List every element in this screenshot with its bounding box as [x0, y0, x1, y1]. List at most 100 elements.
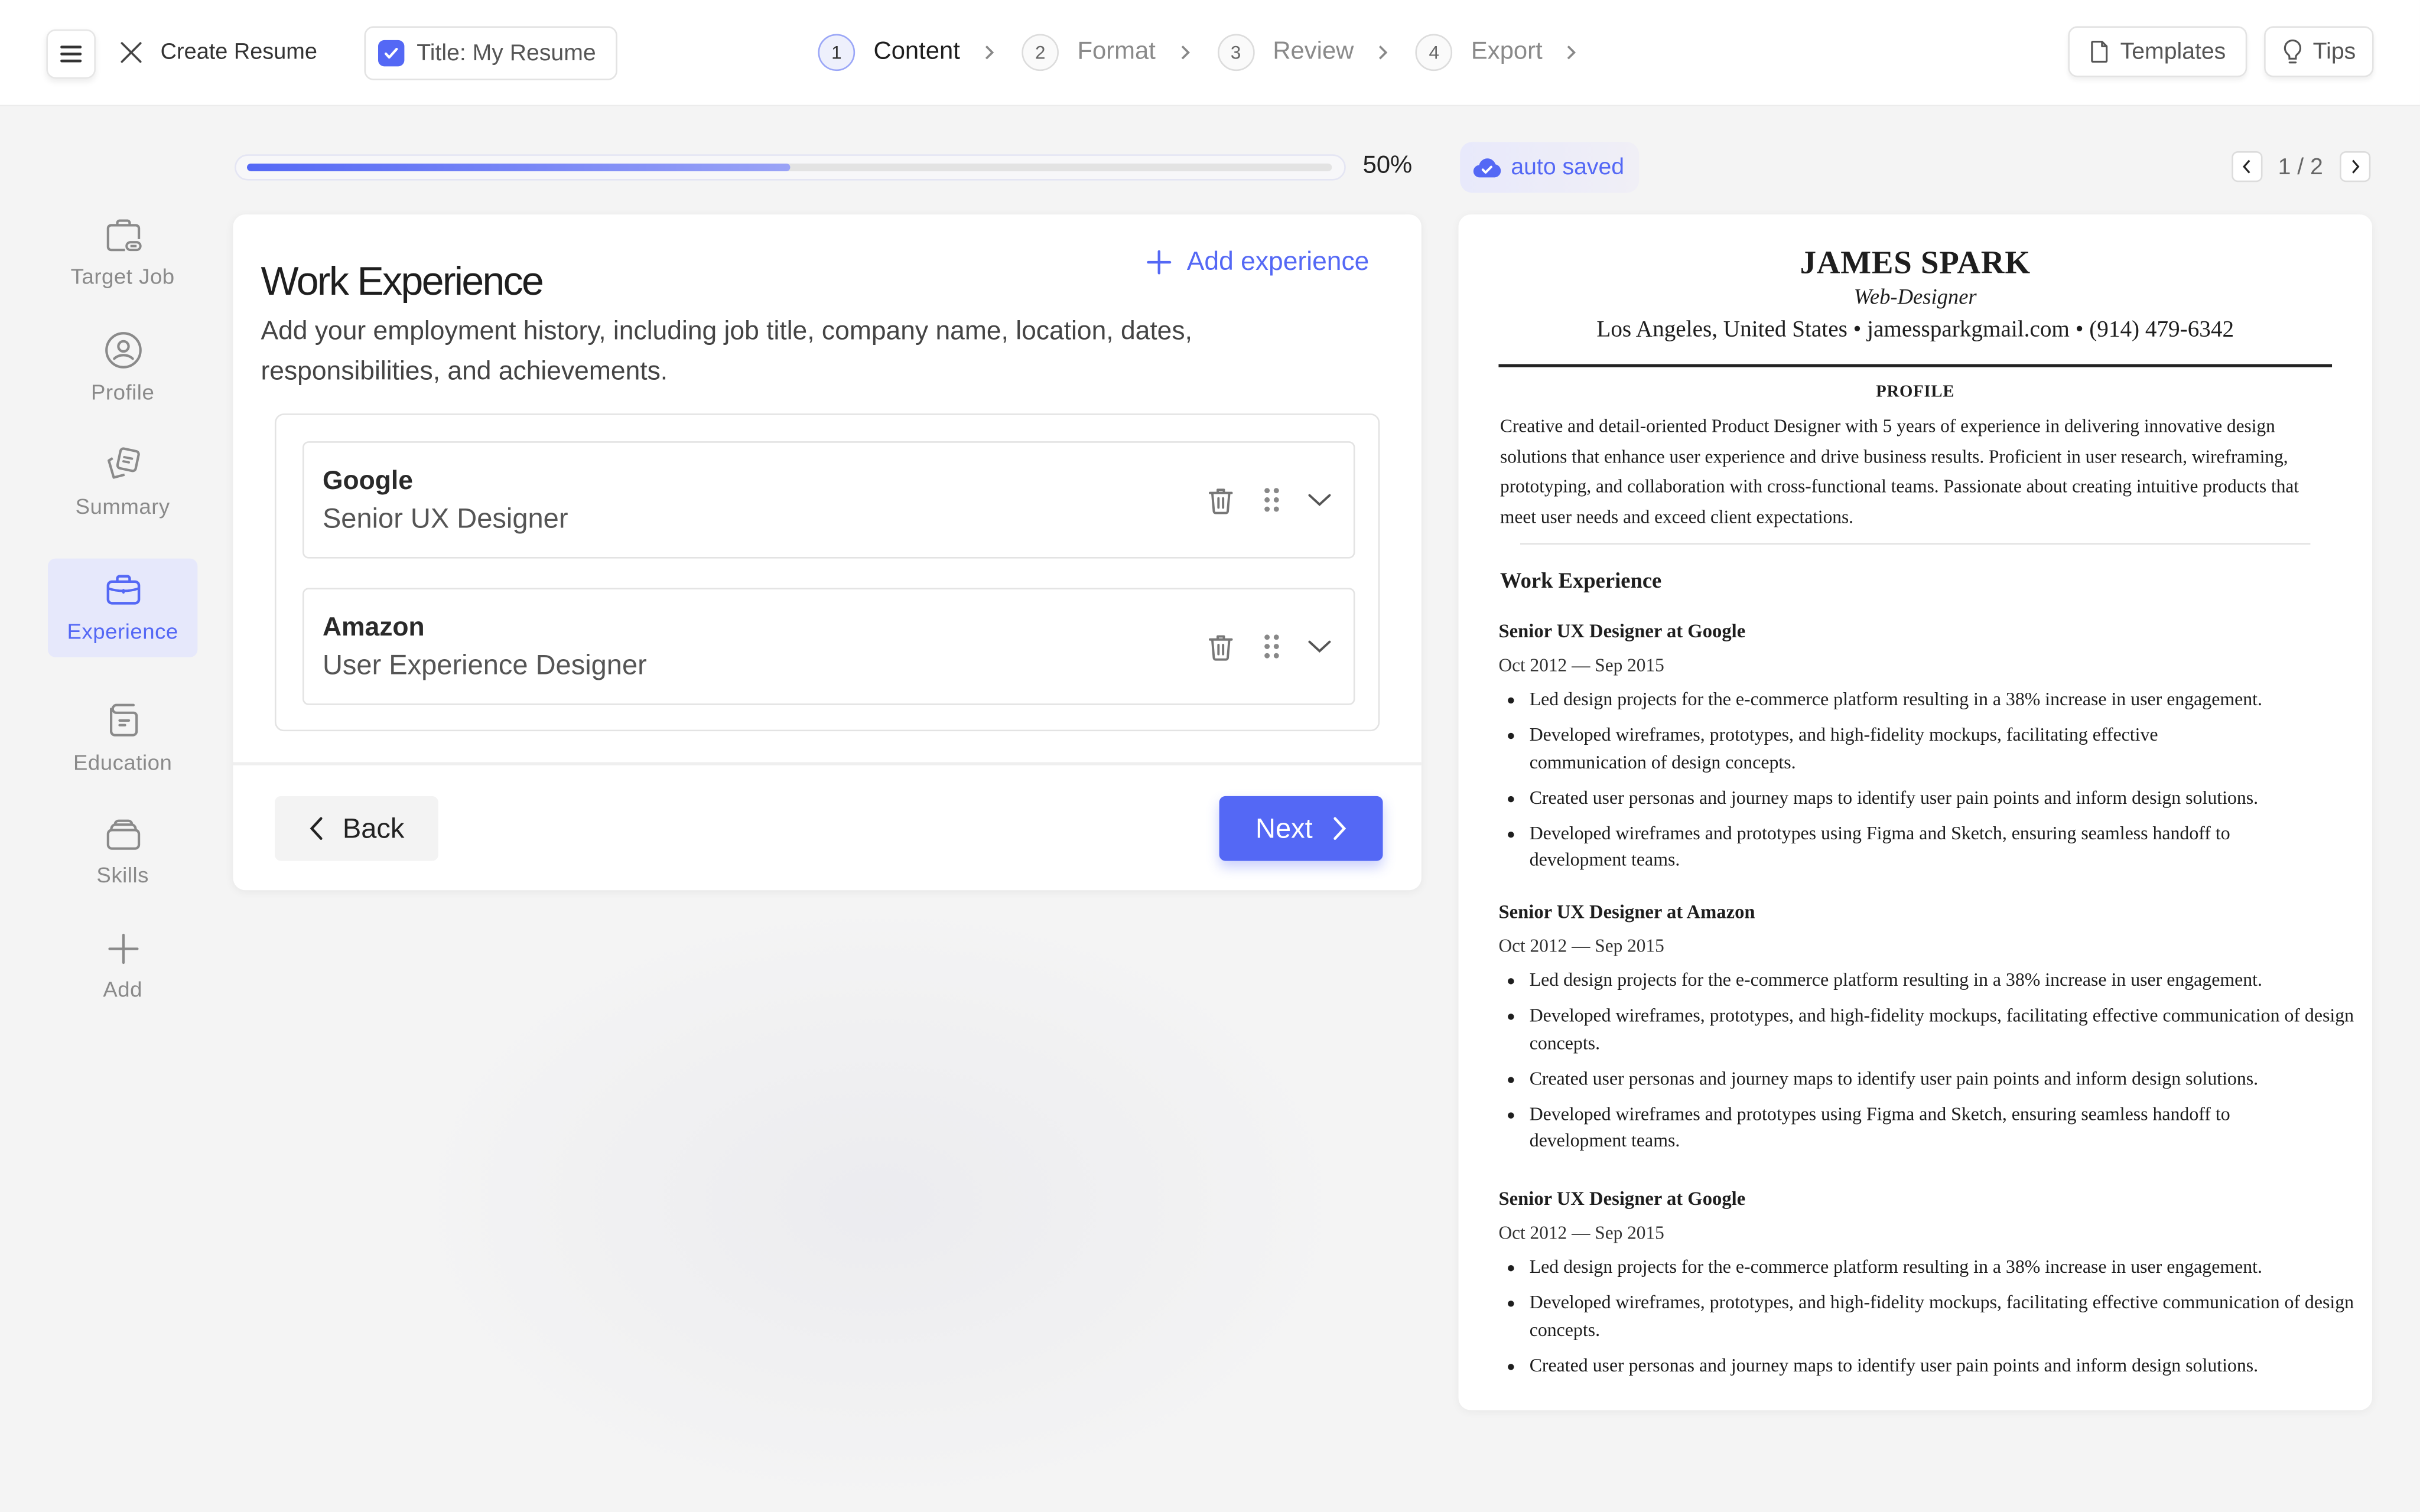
resume-job: Senior UX Designer at Amazon Oct 2012 — …	[1498, 901, 2363, 1164]
autosave-badge: auto saved	[1460, 142, 1640, 193]
delete-button[interactable]	[1204, 630, 1238, 663]
resume-profile-heading: PROFILE	[1876, 382, 1955, 402]
chevron-right-icon	[985, 45, 994, 60]
experience-role: Senior UX Designer	[322, 503, 568, 534]
resume-job-dates: Oct 2012 — Sep 2015	[1498, 654, 1664, 676]
briefcase-link-icon	[106, 219, 141, 252]
stack-icon	[106, 819, 139, 850]
resume-job-title: Senior UX Designer at Google	[1498, 1188, 1746, 1210]
document-icon	[2090, 40, 2107, 63]
work-experience-card: Work Experience Add experience Add your …	[233, 214, 1422, 893]
title-checkbox[interactable]	[378, 40, 405, 67]
prev-page-button[interactable]	[2232, 151, 2263, 183]
resume-role: Web-Designer	[1853, 286, 1977, 311]
resume-profile-text: Creative and detail-oriented Product Des…	[1500, 415, 2299, 527]
progress-bar	[235, 154, 1346, 181]
drag-handle[interactable]	[1255, 483, 1289, 517]
sidebar-item-label: Target Job	[70, 263, 175, 289]
hamburger-icon	[60, 45, 82, 63]
sidebar-item-label: Education	[73, 750, 173, 775]
cloud-check-icon	[1473, 158, 1501, 178]
drag-handle[interactable]	[1255, 630, 1289, 663]
resume-bullet: Developed wireframes, prototypes, and hi…	[1530, 1003, 2363, 1057]
resume-bullet: Developed wireframes and prototypes usin…	[1530, 820, 2363, 874]
resume-contact: Los Angeles, United States • jamessparkg…	[1596, 318, 2234, 343]
check-icon	[384, 47, 398, 59]
step-number: 4	[1415, 34, 1453, 71]
resume-job-title: Senior UX Designer at Amazon	[1498, 901, 1755, 923]
sidebar-item-education[interactable]: Education	[48, 688, 197, 787]
resume-bullet: Created user personas and journey maps t…	[1530, 1353, 2363, 1380]
sidebar-item-label: Skills	[96, 862, 149, 888]
tips-label: Tips	[2312, 38, 2356, 65]
back-button[interactable]: Back	[274, 796, 438, 861]
trash-icon	[1209, 634, 1233, 660]
step-label: Content	[873, 38, 960, 65]
resume-bullet: Created user personas and journey maps t…	[1530, 1065, 2363, 1093]
step-review[interactable]: 3 Review	[1217, 34, 1354, 71]
resume-job-bullets: Led design projects for the e-commerce p…	[1498, 686, 2363, 874]
book-icon	[109, 703, 137, 737]
resume-bullet: Developed wireframes and prototypes usin…	[1530, 1101, 2363, 1155]
resume-bullet: Developed wireframes, prototypes, and hi…	[1530, 722, 2363, 776]
expand-button[interactable]	[1303, 630, 1336, 663]
resume-job-bullets: Led design projects for the e-commerce p…	[1498, 1254, 2363, 1380]
top-bar: Create Resume Title: My Resume 1 Content…	[0, 0, 2420, 107]
sidebar-item-skills[interactable]: Skills	[48, 802, 197, 901]
templates-button[interactable]: Templates	[2068, 26, 2247, 77]
step-format[interactable]: 2 Format	[1022, 34, 1156, 71]
card-footer: Back Next	[233, 762, 1422, 893]
add-experience-button[interactable]: Add experience	[1147, 246, 1370, 278]
resume-job-bullets: Led design projects for the e-commerce p…	[1498, 967, 2363, 1155]
close-icon[interactable]	[118, 38, 145, 66]
resume-title-field[interactable]: Title: My Resume	[364, 26, 617, 80]
add-experience-label: Add experience	[1186, 246, 1370, 276]
step-number: 1	[818, 34, 856, 71]
step-export[interactable]: 4 Export	[1415, 34, 1543, 71]
chevron-down-icon	[1308, 640, 1331, 653]
sidebar-item-summary[interactable]: Summary	[48, 432, 197, 530]
sidebar-item-target-job[interactable]: Target Job	[48, 204, 197, 302]
menu-button[interactable]	[46, 29, 96, 79]
trash-icon	[1209, 488, 1233, 514]
resume-job-dates: Oct 2012 — Sep 2015	[1498, 934, 1664, 957]
user-circle-icon	[104, 332, 141, 369]
lightbulb-icon	[2283, 39, 2301, 64]
next-page-button[interactable]	[2340, 151, 2371, 183]
step-content[interactable]: 1 Content	[818, 34, 960, 71]
chevron-right-icon	[1333, 817, 1345, 840]
resume-job-title: Senior UX Designer at Google	[1498, 620, 1746, 642]
resume-bullet: Created user personas and journey maps t…	[1530, 784, 2363, 812]
resume-name: JAMES SPARK	[1800, 243, 2031, 281]
progress-percent: 50%	[1362, 152, 1413, 180]
templates-label: Templates	[2120, 38, 2226, 65]
sidebar-item-add[interactable]: Add	[48, 917, 197, 1015]
divider	[1498, 364, 2333, 367]
experience-item[interactable]: Amazon User Experience Designer	[302, 588, 1355, 705]
tips-button[interactable]: Tips	[2264, 26, 2374, 77]
sidebar-item-label: Profile	[90, 379, 155, 405]
expand-button[interactable]	[1303, 483, 1336, 517]
plus-icon	[1147, 250, 1172, 275]
chevron-left-icon	[310, 817, 323, 840]
resume-bullet: Developed wireframes, prototypes, and hi…	[1530, 1290, 2363, 1344]
step-number: 2	[1022, 34, 1059, 71]
resume-title-text: Title: My Resume	[417, 40, 596, 67]
sidebar-item-profile[interactable]: Profile	[48, 318, 197, 416]
chevron-right-icon	[1180, 45, 1190, 60]
divider	[1520, 543, 2311, 545]
chevron-right-icon	[1567, 45, 1577, 60]
next-label: Next	[1255, 812, 1313, 843]
briefcase-icon	[106, 575, 140, 605]
next-button[interactable]: Next	[1219, 796, 1383, 861]
drag-handle-icon	[1264, 488, 1279, 512]
step-label: Format	[1077, 38, 1156, 65]
resume-job-dates: Oct 2012 — Sep 2015	[1498, 1221, 1664, 1244]
sidebar-item-experience[interactable]: Experience	[47, 558, 198, 657]
experience-item[interactable]: Google Senior UX Designer	[302, 441, 1355, 559]
experience-company: Amazon	[322, 612, 425, 642]
delete-button[interactable]	[1204, 483, 1238, 517]
step-number: 3	[1217, 34, 1254, 71]
app-window: Create Resume Title: My Resume 1 Content…	[0, 0, 2420, 1512]
sidebar-item-label: Experience	[67, 618, 178, 644]
